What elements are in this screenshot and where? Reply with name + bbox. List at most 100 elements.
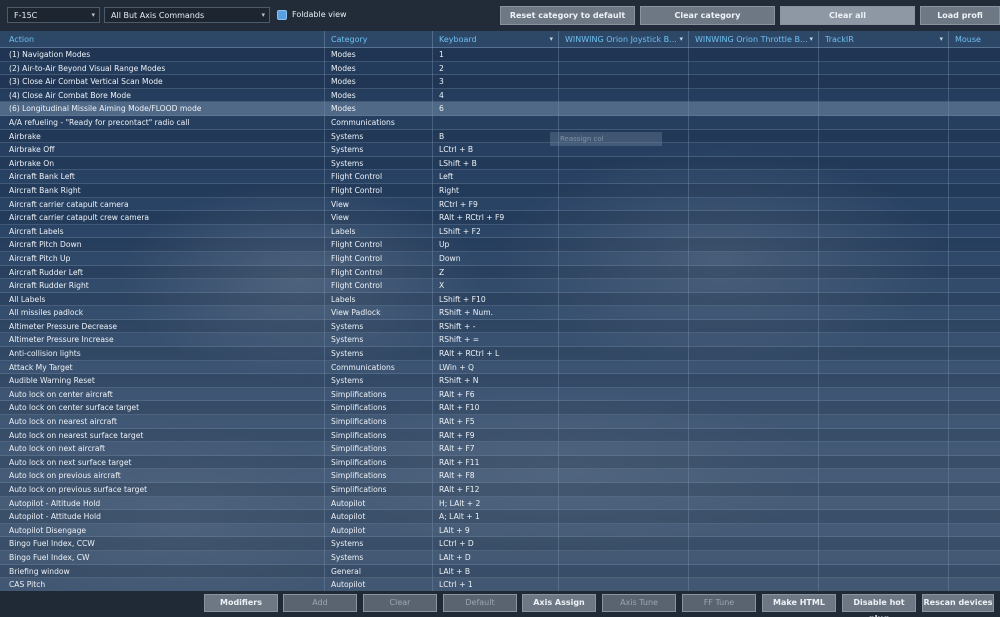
- mouse-cell[interactable]: [949, 130, 1000, 144]
- column-header-mouse[interactable]: Mouse: [949, 31, 1000, 48]
- throttle-cell[interactable]: [689, 224, 819, 239]
- table-row[interactable]: Briefing window General LAlt + B: [0, 564, 1000, 579]
- joystick-cell[interactable]: [559, 48, 689, 62]
- keyboard-cell[interactable]: Z: [433, 265, 559, 280]
- throttle-cell[interactable]: [689, 455, 819, 470]
- joystick-cell[interactable]: [559, 319, 689, 334]
- trackir-cell[interactable]: [819, 183, 949, 198]
- throttle-cell[interactable]: [689, 61, 819, 76]
- joystick-cell[interactable]: [559, 550, 689, 565]
- joystick-cell[interactable]: [559, 564, 689, 579]
- trackir-cell[interactable]: [819, 115, 949, 130]
- joystick-cell[interactable]: [559, 238, 689, 252]
- keyboard-cell[interactable]: LAlt + D: [433, 550, 559, 565]
- mouse-cell[interactable]: [949, 62, 1000, 76]
- mouse-cell[interactable]: [949, 252, 1000, 266]
- joystick-cell[interactable]: [559, 347, 689, 361]
- trackir-cell[interactable]: [819, 319, 949, 334]
- mouse-cell[interactable]: [949, 483, 1000, 497]
- trackir-cell[interactable]: [819, 238, 949, 252]
- table-row[interactable]: Airbrake Systems B: [0, 129, 1000, 144]
- table-row[interactable]: Autopilot - Altitude Hold Autopilot H; LAl…: [0, 496, 1000, 511]
- category-cell[interactable]: Systems: [325, 550, 433, 565]
- table-row[interactable]: (4) Close Air Combat Bore Mode Modes 4: [0, 88, 1000, 103]
- table-row[interactable]: Autopilot Disengage Autopilot LAlt + 9: [0, 523, 1000, 538]
- trackir-cell[interactable]: [819, 211, 949, 225]
- column-header-keyboard[interactable]: Keyboard ▾: [433, 31, 559, 48]
- mouse-cell[interactable]: [949, 565, 1000, 579]
- clear-all-button[interactable]: Clear all: [780, 6, 915, 25]
- trackir-cell[interactable]: [819, 88, 949, 103]
- clear-button[interactable]: Clear: [363, 594, 437, 612]
- table-row[interactable]: Auto lock on nearest aircraft Simplificat…: [0, 415, 1000, 429]
- table-row[interactable]: Auto lock on next surface target Simplifi…: [0, 455, 1000, 470]
- mouse-cell[interactable]: [949, 306, 1000, 320]
- action-cell[interactable]: Aircraft Bank Right: [0, 183, 325, 198]
- throttle-cell[interactable]: [689, 129, 819, 144]
- chevron-down-icon[interactable]: ▾: [809, 35, 813, 43]
- table-row[interactable]: Auto lock on previous aircraft Simplifica…: [0, 469, 1000, 483]
- keyboard-cell[interactable]: LAlt + 9: [433, 523, 559, 538]
- aircraft-select[interactable]: F-15C ▾: [7, 7, 100, 23]
- joystick-cell[interactable]: [559, 306, 689, 320]
- throttle-cell[interactable]: [689, 333, 819, 348]
- throttle-cell[interactable]: [689, 238, 819, 252]
- column-header-device-throttle[interactable]: WINWING Orion Throttle B... ▾: [689, 31, 819, 48]
- action-cell[interactable]: CAS Pitch: [0, 578, 325, 591]
- keyboard-cell[interactable]: RAlt + F9: [433, 428, 559, 443]
- joystick-cell[interactable]: [559, 455, 689, 470]
- disable-hot-plug-button[interactable]: Disable hot plug: [842, 594, 916, 617]
- action-cell[interactable]: Auto lock on next surface target: [0, 455, 325, 470]
- joystick-cell[interactable]: [559, 401, 689, 416]
- throttle-cell[interactable]: [689, 537, 819, 551]
- category-cell[interactable]: Autopilot: [325, 578, 433, 591]
- category-cell[interactable]: Flight Control: [325, 279, 433, 293]
- keyboard-cell[interactable]: 2: [433, 61, 559, 76]
- action-cell[interactable]: Anti-collision lights: [0, 347, 325, 361]
- action-cell[interactable]: Aircraft Labels: [0, 224, 325, 239]
- reset-category-button[interactable]: Reset category to default: [500, 6, 635, 25]
- throttle-cell[interactable]: [689, 374, 819, 388]
- category-cell[interactable]: General: [325, 564, 433, 579]
- joystick-cell[interactable]: [559, 292, 689, 307]
- throttle-cell[interactable]: [689, 401, 819, 416]
- throttle-cell[interactable]: [689, 115, 819, 130]
- category-cell[interactable]: Flight Control: [325, 238, 433, 252]
- category-cell[interactable]: Simplifications: [325, 401, 433, 416]
- mouse-cell[interactable]: [949, 320, 1000, 334]
- keyboard-cell[interactable]: RAlt + F12: [433, 483, 559, 497]
- mouse-cell[interactable]: [949, 361, 1000, 375]
- category-cell[interactable]: Communications: [325, 115, 433, 130]
- throttle-cell[interactable]: [689, 550, 819, 565]
- mouse-cell[interactable]: [949, 401, 1000, 415]
- throttle-cell[interactable]: [689, 306, 819, 320]
- action-cell[interactable]: (4) Close Air Combat Bore Mode: [0, 88, 325, 103]
- throttle-cell[interactable]: [689, 292, 819, 307]
- action-cell[interactable]: (1) Navigation Modes: [0, 48, 325, 62]
- table-row[interactable]: Bingo Fuel Index, CCW Systems LCtrl + D: [0, 537, 1000, 551]
- table-row[interactable]: Aircraft Labels Labels LShift + F2: [0, 224, 1000, 239]
- action-cell[interactable]: Aircraft Rudder Left: [0, 265, 325, 280]
- table-row[interactable]: All Labels Labels LShift + F10: [0, 292, 1000, 307]
- joystick-cell[interactable]: [559, 115, 689, 130]
- keyboard-cell[interactable]: Down: [433, 251, 559, 266]
- action-cell[interactable]: Auto lock on previous surface target: [0, 483, 325, 497]
- filter-select[interactable]: All But Axis Commands ▾: [104, 7, 270, 23]
- trackir-cell[interactable]: [819, 143, 949, 157]
- action-cell[interactable]: Aircraft carrier catapult crew camera: [0, 211, 325, 225]
- joystick-cell[interactable]: [559, 75, 689, 89]
- joystick-cell[interactable]: [559, 415, 689, 429]
- throttle-cell[interactable]: [689, 428, 819, 443]
- mouse-cell[interactable]: [949, 442, 1000, 456]
- trackir-cell[interactable]: [819, 306, 949, 320]
- trackir-cell[interactable]: [819, 129, 949, 144]
- table-row[interactable]: A/A refueling - "Ready for precontact" r…: [0, 115, 1000, 130]
- mouse-cell[interactable]: [949, 469, 1000, 483]
- mouse-cell[interactable]: [949, 537, 1000, 551]
- trackir-cell[interactable]: [819, 265, 949, 280]
- throttle-cell[interactable]: [689, 510, 819, 524]
- action-cell[interactable]: Aircraft Pitch Up: [0, 251, 325, 266]
- category-cell[interactable]: Systems: [325, 374, 433, 388]
- trackir-cell[interactable]: [819, 523, 949, 538]
- action-cell[interactable]: Aircraft Bank Left: [0, 170, 325, 184]
